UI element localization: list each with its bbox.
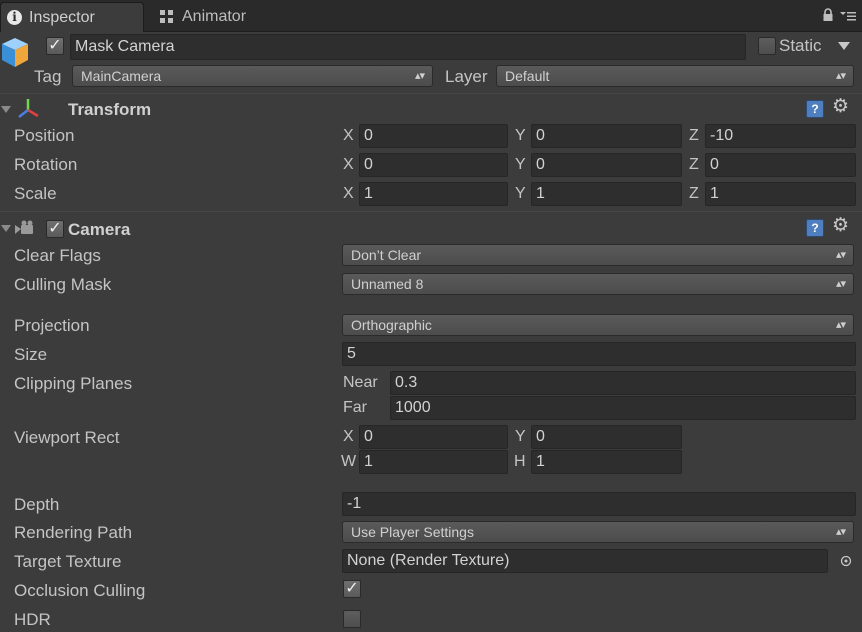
far-field[interactable]: 1000 [390,396,856,420]
hdr-checkbox[interactable] [343,610,361,628]
gameobject-name-field[interactable]: Mask Camera [70,34,746,60]
projection-label: Projection [14,316,90,335]
occlusion-culling-label: Occlusion Culling [14,581,146,600]
culling-mask-value: Unnamed 8 [351,276,424,292]
axis-y-label: Y [515,127,526,144]
viewport-w-field[interactable]: 1 [359,450,508,474]
lock-icon[interactable] [822,8,834,22]
tab-animator[interactable]: Animator [160,2,246,32]
rendering-path-value: Use Player Settings [351,524,474,540]
axis-z-label: Z [689,156,699,173]
depth-label: Depth [14,495,60,514]
axis-x-label: X [343,185,354,202]
animator-icon [160,10,174,24]
tag-dropdown[interactable]: MainCamera ▴▾ [72,65,433,87]
axis-x-label: X [343,428,354,445]
dropdown-arrows-icon: ▴▾ [414,70,425,82]
projection-value: Orthographic [351,317,432,333]
transform-gear-icon[interactable]: ⚙ [832,97,849,116]
axis-y-label: Y [515,156,526,173]
static-label: Static [779,36,822,55]
rotation-y-field[interactable]: 0 [531,153,682,177]
dropdown-arrows-icon: ▴▾ [835,278,846,290]
culling-mask-label: Culling Mask [14,275,112,294]
tab-bar: i Inspector Animator [0,0,862,32]
camera-icon [15,220,33,234]
gameobject-cube-icon [2,38,28,67]
clear-flags-dropdown[interactable]: Don’t Clear ▴▾ [342,244,854,266]
object-picker-icon[interactable] [840,555,852,567]
scale-x-field[interactable]: 1 [359,182,508,206]
camera-enabled-checkbox[interactable]: ✓ [46,220,64,238]
near-label: Near [343,374,378,391]
culling-mask-dropdown[interactable]: Unnamed 8 ▴▾ [342,273,854,295]
camera-help-icon[interactable]: ? [806,219,824,237]
position-label: Position [14,126,75,145]
camera-title[interactable]: Camera [68,220,130,240]
scale-z-field[interactable]: 1 [705,182,856,206]
target-texture-field[interactable]: None (Render Texture) [342,549,828,573]
clear-flags-label: Clear Flags [14,246,101,265]
info-icon: i [7,10,22,25]
near-field[interactable]: 0.3 [390,371,856,395]
viewport-rect-label: Viewport Rect [14,428,120,447]
far-label: Far [343,399,367,416]
camera-gear-icon[interactable]: ⚙ [832,216,849,235]
scale-label: Scale [14,184,57,203]
viewport-y-field[interactable]: 0 [531,425,682,449]
rendering-path-label: Rendering Path [14,523,133,542]
transform-icon [18,99,39,118]
layer-dropdown[interactable]: Default ▴▾ [496,65,854,87]
tab-inspector-label: Inspector [29,8,95,26]
dropdown-arrows-icon: ▴▾ [835,70,846,82]
tag-label: Tag [34,67,62,86]
menu-icon[interactable] [840,9,856,21]
viewport-x-field[interactable]: 0 [359,425,508,449]
axis-x-label: X [343,127,354,144]
position-z-field[interactable]: -10 [705,124,856,148]
axis-z-label: Z [689,127,699,144]
transform-help-icon[interactable]: ? [806,100,824,118]
position-x-field[interactable]: 0 [359,124,508,148]
rotation-z-field[interactable]: 0 [705,153,856,177]
target-texture-label: Target Texture [14,552,122,571]
divider [0,93,862,94]
tag-value: MainCamera [81,68,162,84]
axis-z-label: Z [689,185,699,202]
axis-y-label: Y [515,428,526,445]
dropdown-arrows-icon: ▴▾ [835,249,846,261]
divider [0,211,862,212]
static-dropdown-arrow-icon[interactable] [838,42,850,50]
tab-inspector[interactable]: i Inspector [0,2,144,32]
viewport-h-field[interactable]: 1 [531,450,682,474]
clipping-planes-label: Clipping Planes [14,374,133,393]
axis-h-label: H [514,453,526,470]
rendering-path-dropdown[interactable]: Use Player Settings ▴▾ [342,521,854,543]
clear-flags-value: Don’t Clear [351,247,422,263]
axis-x-label: X [343,156,354,173]
layer-label: Layer [445,67,488,86]
camera-foldout-arrow-icon[interactable] [1,225,11,232]
axis-y-label: Y [515,185,526,202]
gameobject-active-checkbox[interactable]: ✓ [46,37,64,55]
dropdown-arrows-icon: ▴▾ [835,526,846,538]
depth-field[interactable]: -1 [342,492,856,516]
layer-value: Default [505,68,550,84]
rotation-x-field[interactable]: 0 [359,153,508,177]
transform-foldout-arrow-icon[interactable] [1,106,11,113]
transform-title[interactable]: Transform [68,100,151,120]
rotation-label: Rotation [14,155,78,174]
size-label: Size [14,345,48,364]
position-y-field[interactable]: 0 [531,124,682,148]
dropdown-arrows-icon: ▴▾ [835,319,846,331]
scale-y-field[interactable]: 1 [531,182,682,206]
occlusion-culling-checkbox[interactable]: ✓ [343,580,361,598]
tab-animator-label: Animator [182,8,247,25]
hdr-label: HDR [14,610,51,629]
size-field[interactable]: 5 [342,342,856,366]
static-checkbox[interactable] [758,37,776,55]
axis-w-label: W [341,453,357,470]
tab-bar-controls [822,8,856,22]
projection-dropdown[interactable]: Orthographic ▴▾ [342,314,854,336]
